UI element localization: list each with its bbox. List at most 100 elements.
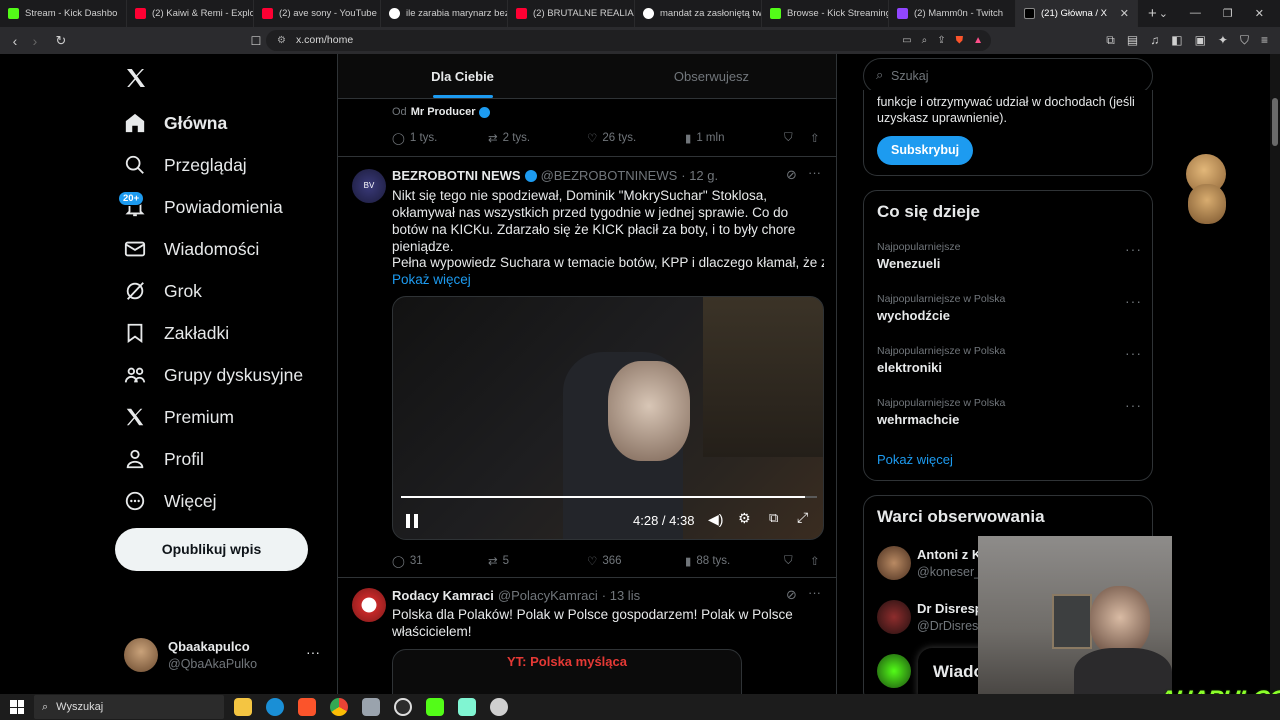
minimize-icon[interactable]: —	[1190, 7, 1201, 20]
like-button[interactable]: ♡ 366	[587, 554, 622, 568]
author-handle[interactable]: @BEZROBOTNINEWS	[541, 168, 678, 183]
more-icon[interactable]: ···	[1125, 345, 1142, 361]
nav-grok[interactable]: Grok	[124, 280, 202, 302]
nav-communities[interactable]: Grupy dyskusyjne	[124, 364, 303, 386]
source-name[interactable]: Mr Producer	[411, 106, 476, 118]
panel-icon[interactable]: ◧	[1171, 33, 1182, 48]
back-icon[interactable]: ‹	[5, 33, 25, 49]
trend-item[interactable]: Najpopularniejsze w Polska wychodźcie ··…	[877, 293, 1142, 323]
trend-item[interactable]: Najpopularniejsze w Polska wehrmachcie ·…	[877, 397, 1142, 427]
nav-notifications[interactable]: Powiadomienia	[124, 196, 283, 218]
show-more-link[interactable]: Pokaż więcej	[877, 452, 953, 467]
views-button[interactable]: ▮ 1 mln	[685, 131, 724, 145]
tab-search-icon[interactable]: ⌄	[1159, 7, 1168, 20]
grok-icon[interactable]: ⊘	[786, 167, 797, 183]
share-icon[interactable]: ⇧	[810, 554, 820, 568]
search-box[interactable]: ⌕ Szukaj	[863, 58, 1153, 94]
more-icon[interactable]: ···	[1125, 397, 1142, 413]
x-logo-icon[interactable]	[124, 66, 148, 95]
scrollbar[interactable]	[1270, 54, 1280, 694]
close-tab-icon[interactable]: ✕	[1120, 7, 1129, 20]
cast-icon[interactable]: ▭	[902, 30, 911, 51]
address-bar[interactable]: ⚙ x.com/home ▭ ⌕ ⇪ ⛊ ▲	[266, 30, 991, 51]
reload-icon[interactable]: ↻	[51, 33, 71, 49]
browser-tab[interactable]: ile zarabia marynarz bez do	[381, 0, 508, 27]
browser-tab[interactable]: mandat za zasłoniętą twarz	[635, 0, 762, 27]
nav-profile[interactable]: Profil	[124, 448, 204, 470]
author-name[interactable]: BEZROBOTNI NEWS	[392, 168, 521, 183]
restore-icon[interactable]: ❐	[1223, 7, 1233, 20]
menu-icon[interactable]: ≡	[1261, 33, 1268, 48]
browser-tab[interactable]: (2) BRUTALNE REALIA MA	[508, 0, 635, 27]
trend-item[interactable]: Najpopularniejsze Wenezueli ···	[877, 241, 1142, 271]
tweet[interactable]: Rodacy Kamraci @PolacyKamraci · 13 lis ⊘…	[338, 578, 836, 694]
pip-icon[interactable]: ⧉	[769, 510, 778, 526]
avatar[interactable]	[352, 588, 386, 622]
browser-tab[interactable]: (2) Kaiwi & Remi - Explosi	[127, 0, 254, 27]
zoom-icon[interactable]: ⌕	[922, 30, 928, 51]
browser-tab[interactable]: Browse - Kick Streaming	[762, 0, 889, 27]
like-button[interactable]: ♡ 26 tys.	[587, 131, 636, 145]
account-switcher[interactable]: Qbaakapulco @QbaAkaPulko ···	[124, 638, 324, 674]
brave-rewards-icon[interactable]: ▲	[973, 30, 983, 51]
trend-item[interactable]: Najpopularniejsze w Polska elektroniki ·…	[877, 345, 1142, 375]
new-tab-button[interactable]: +	[1148, 5, 1157, 22]
tab-following[interactable]: Obserwujesz	[587, 54, 836, 98]
reply-button[interactable]: ◯ 1 tys.	[392, 131, 437, 145]
show-more-link[interactable]: Pokaż więcej	[392, 271, 471, 288]
nav-messages[interactable]: Wiadomości	[124, 238, 259, 260]
nav-bookmarks[interactable]: Zakładki	[124, 322, 229, 344]
chrome-icon[interactable]	[330, 698, 348, 716]
share-icon[interactable]: ⇧	[810, 131, 820, 145]
kick-icon[interactable]	[426, 698, 444, 716]
reply-button[interactable]: ◯ 31	[392, 554, 423, 568]
views-button[interactable]: ▮ 88 tys.	[685, 554, 730, 568]
nav-explore[interactable]: Przeglądaj	[124, 154, 247, 176]
repost-button[interactable]: ⇄ 2 tys.	[488, 131, 530, 145]
post-button[interactable]: Opublikuj wpis	[115, 528, 308, 571]
repost-button[interactable]: ⇄ 5	[488, 554, 509, 568]
file-explorer-icon[interactable]	[234, 698, 252, 716]
brave-shield-icon[interactable]: ⛊	[956, 30, 964, 51]
more-icon[interactable]: ···	[808, 165, 821, 180]
nav-home[interactable]: Główna	[124, 112, 227, 134]
tweet-time[interactable]: · 12 g.	[681, 168, 718, 183]
brave-icon[interactable]	[298, 698, 316, 716]
bookmark-page-icon[interactable]: ☐	[246, 34, 266, 48]
streamlabs-icon[interactable]	[458, 698, 476, 716]
nav-premium[interactable]: Premium	[124, 406, 234, 428]
author-handle[interactable]: @PolacyKamraci	[498, 588, 598, 603]
leo-icon[interactable]: ✦	[1218, 33, 1228, 48]
more-icon[interactable]: ···	[808, 585, 821, 600]
taskbar-search[interactable]: ⌕ Wyszukaj	[34, 695, 224, 719]
browser-tab[interactable]: (2) Mamm0n - Twitch	[889, 0, 1016, 27]
more-icon[interactable]: ···	[1125, 293, 1142, 309]
bookmark-icon[interactable]: ⛉	[784, 132, 793, 145]
subscribe-button[interactable]: Subskrybuj	[877, 136, 974, 165]
more-icon[interactable]: ···	[1125, 241, 1142, 257]
start-icon[interactable]	[10, 700, 24, 714]
author-name[interactable]: Rodacy Kamraci	[392, 588, 494, 603]
volume-icon[interactable]: ◀)	[708, 511, 723, 528]
fullscreen-icon[interactable]: ⤢	[797, 509, 808, 526]
obs-icon[interactable]	[394, 698, 412, 716]
tab-for-you[interactable]: Dla Ciebie	[338, 54, 587, 98]
tweet-media[interactable]: YT: Polska myśląca	[392, 649, 742, 694]
share-icon[interactable]: ⇪	[937, 30, 945, 51]
settings-icon[interactable]: ⚙	[738, 510, 751, 527]
pause-icon[interactable]	[406, 514, 418, 528]
edge-icon[interactable]	[266, 698, 284, 716]
close-window-icon[interactable]: ✕	[1255, 7, 1264, 20]
video-player[interactable]: 4:28 / 4:38 ◀) ⚙ ⧉ ⤢	[392, 296, 824, 540]
extensions-icon[interactable]: ⧉	[1106, 33, 1115, 48]
site-info-icon[interactable]: ⚙	[277, 30, 286, 51]
grok-icon[interactable]: ⊘	[786, 587, 797, 603]
avatar[interactable]: BV	[352, 169, 386, 203]
browser-tab[interactable]: Stream - Kick Dashbo	[0, 0, 127, 27]
forward-icon[interactable]: ›	[25, 33, 45, 49]
scrollbar-thumb[interactable]	[1272, 98, 1278, 146]
browser-tab-active[interactable]: (21) Główna / X ✕	[1016, 0, 1138, 27]
sidebar-icon[interactable]: ▤	[1127, 33, 1138, 48]
app-icon[interactable]	[490, 698, 508, 716]
browser-tab[interactable]: (2) ave sony - YouTube	[254, 0, 381, 27]
